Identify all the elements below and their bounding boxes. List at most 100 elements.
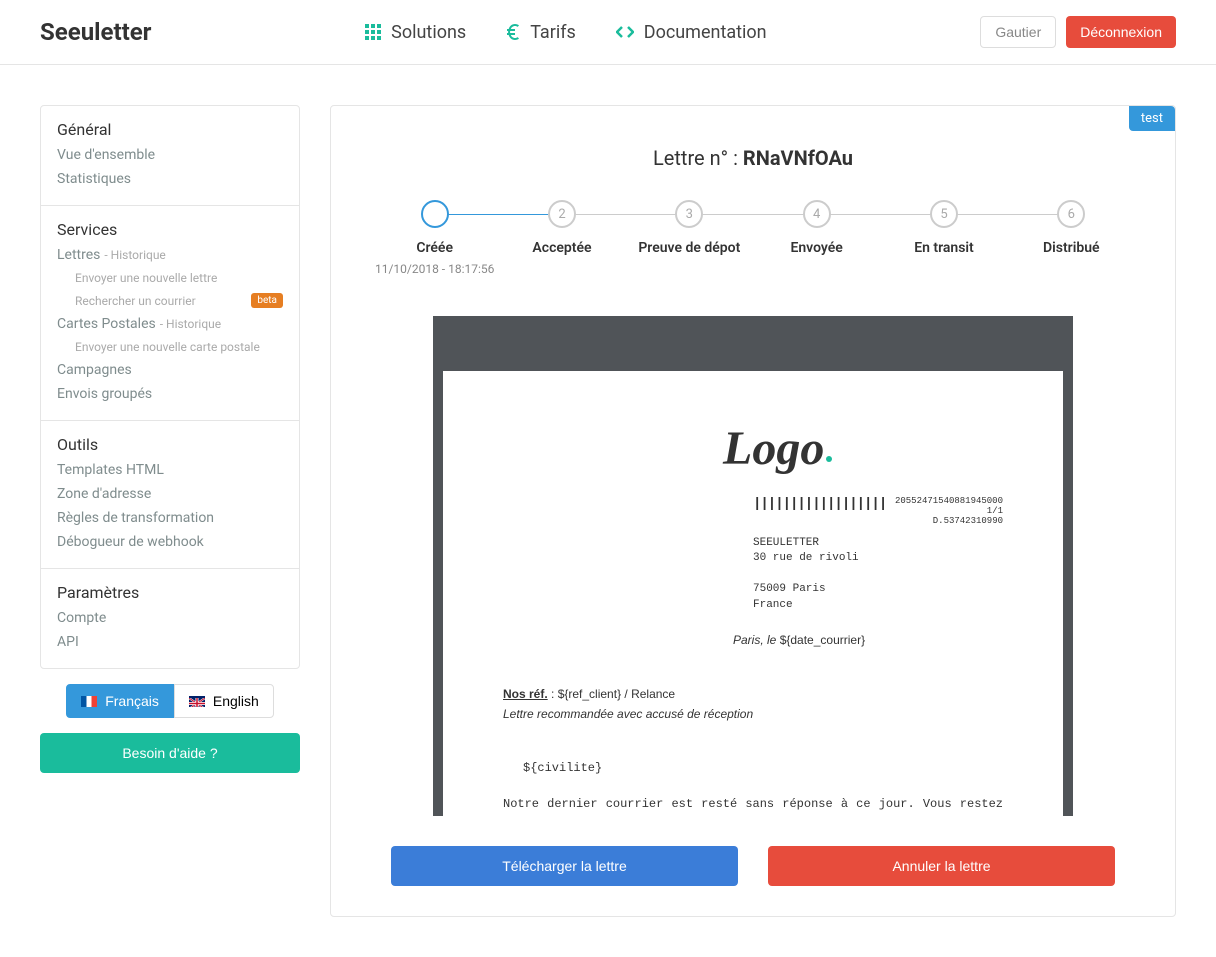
letter-title: Lettre n° : RNaVNfOAu: [331, 106, 1175, 200]
logout-button[interactable]: Déconnexion: [1066, 16, 1176, 48]
sidebar-link-search-mail[interactable]: Rechercher un courrier beta: [57, 289, 283, 312]
doc-body-1: Notre dernier courrier est resté sans ré…: [503, 797, 1003, 816]
sidebar-link-search-mail-label: Rechercher un courrier: [75, 294, 196, 308]
doc-addr-name: SEEULETTER: [753, 536, 1003, 551]
step-label: Preuve de dépot: [638, 240, 740, 256]
step-circle: 6: [1057, 200, 1085, 228]
sidebar-section-general: Général Vue d'ensemble Statistiques: [41, 106, 299, 206]
sidebar-title-services: Services: [57, 220, 283, 239]
sidebar-link-templates[interactable]: Templates HTML: [57, 458, 283, 482]
step-circle: 4: [803, 200, 831, 228]
nav-right: Gautier Déconnexion: [980, 16, 1176, 48]
doc-addr-street: 30 rue de rivoli: [753, 551, 1003, 566]
code-icon: [616, 25, 634, 39]
doc-address: SEEULETTER 30 rue de rivoli 75009 Paris …: [753, 536, 1003, 613]
language-toggle: Français English: [40, 684, 300, 718]
step-2: 2 Acceptée: [498, 200, 625, 276]
user-button[interactable]: Gautier: [980, 16, 1056, 48]
nav-solutions-label: Solutions: [391, 22, 466, 43]
document-page: Logo |||||||||||||||||| 2055247154088194…: [443, 371, 1063, 816]
beta-badge: beta: [251, 293, 283, 308]
step-date: 11/10/2018 - 18:17:56: [375, 262, 494, 276]
sidebar: Général Vue d'ensemble Statistiques Serv…: [40, 105, 300, 773]
sidebar-title-general: Général: [57, 120, 283, 139]
cancel-letter-button[interactable]: Annuler la lettre: [768, 846, 1115, 886]
nav-tarifs-label: Tarifs: [530, 22, 576, 43]
doc-subtitle: Lettre recommandée avec accusé de récept…: [503, 707, 1003, 721]
sidebar-link-send-postcard-label: Envoyer une nouvelle carte postale: [75, 340, 260, 354]
step-line: [435, 214, 562, 215]
sidebar-link-lettres-history[interactable]: - Historique: [104, 248, 165, 262]
doc-logo: Logo: [723, 421, 1003, 476]
doc-date: Paris, le ${date_courrier}: [733, 633, 1003, 647]
step-3: 3 Preuve de dépot: [626, 200, 753, 276]
lang-fr-button[interactable]: Français: [66, 684, 174, 718]
sidebar-section-services: Services Lettres - Historique Envoyer un…: [41, 206, 299, 421]
progress-steps: Créée 11/10/2018 - 18:17:56 2 Acceptée 3 Preu…: [331, 200, 1175, 276]
sidebar-link-account[interactable]: Compte: [57, 606, 283, 630]
step-5: 5 En transit: [880, 200, 1007, 276]
step-label: Créée: [416, 240, 453, 256]
doc-body: Notre dernier courrier est resté sans ré…: [503, 795, 1003, 816]
step-line: [817, 214, 944, 215]
doc-addr-country: France: [753, 598, 1003, 613]
step-circle: [421, 200, 449, 228]
lang-en-button[interactable]: English: [174, 684, 274, 718]
step-label: En transit: [914, 240, 974, 256]
doc-ref-rest: : ${ref_client} / Relance: [548, 687, 675, 701]
step-circle: 3: [675, 200, 703, 228]
letter-id: RNaVNfOAu: [743, 146, 853, 170]
main-panel: test Lettre n° : RNaVNfOAu Créée11/10/20…: [330, 105, 1176, 917]
brand-logo[interactable]: Seeuletter: [40, 18, 151, 46]
step-label: Acceptée: [532, 240, 591, 256]
nav-tarifs[interactable]: Tarifs: [506, 22, 576, 43]
lang-en-label: English: [213, 693, 259, 709]
step-1: Créée 11/10/2018 - 18:17:56: [371, 200, 498, 276]
step-line: [562, 214, 689, 215]
sidebar-link-stats[interactable]: Statistiques: [57, 167, 283, 191]
step-4: 4 Envoyée: [753, 200, 880, 276]
doc-date-var: ${date_courrier}: [780, 633, 865, 647]
document-preview[interactable]: Logo |||||||||||||||||| 2055247154088194…: [433, 316, 1073, 816]
nav-center: Solutions Tarifs Documentation: [365, 22, 766, 43]
sidebar-link-transform-rules[interactable]: Règles de transformation: [57, 506, 283, 530]
doc-civility: ${civilite}: [523, 761, 1003, 775]
sidebar-link-bulk[interactable]: Envois groupés: [57, 382, 283, 406]
sidebar-link-overview[interactable]: Vue d'ensemble: [57, 143, 283, 167]
step-label: Distribué: [1043, 240, 1100, 256]
flag-en-icon: [189, 696, 205, 707]
step-circle: 2: [548, 200, 576, 228]
download-button[interactable]: Télécharger la lettre: [391, 846, 738, 886]
sidebar-link-address-zone[interactable]: Zone d'adresse: [57, 482, 283, 506]
nav-documentation-label: Documentation: [644, 22, 767, 43]
letter-title-prefix: Lettre n° :: [653, 146, 743, 170]
doc-meta: 20552471540881945000 1/1 D.53742310990: [886, 496, 1003, 526]
sidebar-title-settings: Paramètres: [57, 583, 283, 602]
nav-documentation[interactable]: Documentation: [616, 22, 767, 43]
grid-icon: [365, 24, 381, 40]
sidebar-link-send-letter-label: Envoyer une nouvelle lettre: [75, 271, 217, 285]
doc-meta-1: 20552471540881945000 1/1: [886, 496, 1003, 516]
sidebar-link-postcards-history[interactable]: - Historique: [160, 317, 221, 331]
sidebar-link-lettres[interactable]: Lettres: [57, 247, 100, 263]
step-line: [944, 214, 1071, 215]
step-line: [689, 214, 816, 215]
sidebar-title-tools: Outils: [57, 435, 283, 454]
nav-solutions[interactable]: Solutions: [365, 22, 466, 43]
doc-ref-label: Nos réf.: [503, 687, 548, 701]
sidebar-link-campaigns[interactable]: Campagnes: [57, 358, 283, 382]
doc-ref: Nos réf. : ${ref_client} / Relance: [503, 687, 1003, 701]
step-label: Envoyée: [790, 240, 842, 256]
sidebar-link-postcards[interactable]: Cartes Postales: [57, 316, 156, 332]
sidebar-link-send-letter[interactable]: Envoyer une nouvelle lettre: [57, 267, 283, 289]
sidebar-link-send-postcard[interactable]: Envoyer une nouvelle carte postale: [57, 336, 283, 358]
action-buttons: Télécharger la lettre Annuler la lettre: [331, 816, 1175, 886]
doc-date-prefix: Paris, le: [733, 633, 780, 647]
step-circle: 5: [930, 200, 958, 228]
euro-icon: [506, 24, 520, 40]
sidebar-link-api[interactable]: API: [57, 630, 283, 654]
sidebar-link-webhook-debug[interactable]: Débogueur de webhook: [57, 530, 283, 554]
flag-fr-icon: [81, 696, 97, 707]
sidebar-section-tools: Outils Templates HTML Zone d'adresse Règ…: [41, 421, 299, 569]
help-button[interactable]: Besoin d'aide ?: [40, 733, 300, 773]
